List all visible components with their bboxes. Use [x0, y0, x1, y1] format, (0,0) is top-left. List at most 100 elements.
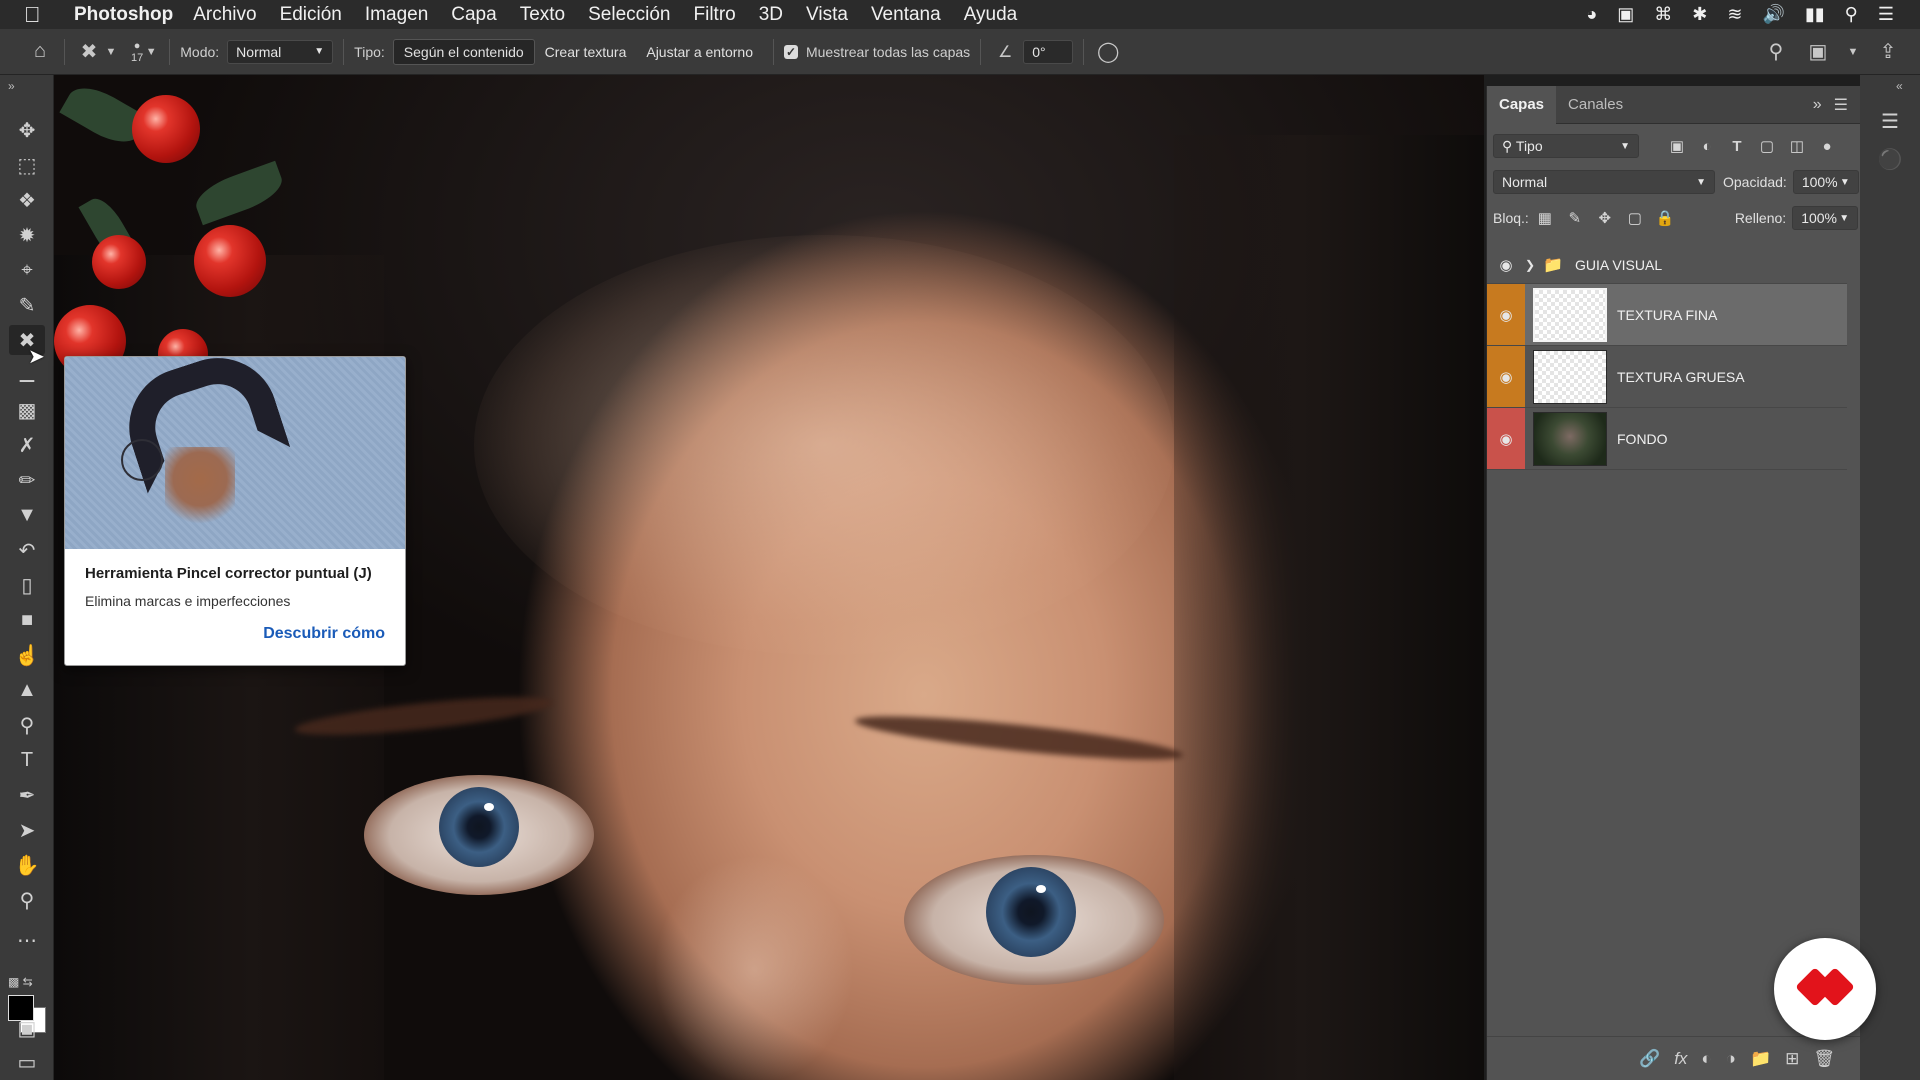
- history-brush-icon[interactable]: ↶: [9, 535, 45, 565]
- rectangular-marquee-icon[interactable]: ⬚: [9, 150, 45, 180]
- chevron-down-icon[interactable]: ▼: [103, 38, 119, 66]
- menu-texto[interactable]: Texto: [520, 4, 565, 26]
- default-colors-icon[interactable]: ▩ ⇆: [8, 975, 33, 989]
- angle-input[interactable]: 0°: [1023, 39, 1074, 64]
- menu-seleccion[interactable]: Selección: [588, 4, 670, 26]
- new-layer-icon[interactable]: ⊞: [1785, 1049, 1799, 1069]
- layer-style-fx-icon[interactable]: fx: [1674, 1049, 1687, 1069]
- gradient-icon[interactable]: ■: [9, 605, 45, 635]
- spotlight-search-icon[interactable]: ⚲: [1845, 4, 1858, 25]
- brush-icon[interactable]: ✏: [9, 465, 45, 495]
- quick-selection-icon[interactable]: ✹: [9, 220, 45, 250]
- layer-textura-fina[interactable]: ◉ TEXTURA FINA: [1487, 284, 1847, 346]
- pressure-size-icon[interactable]: ◯: [1094, 38, 1122, 66]
- workspace-icon[interactable]: ▣: [1804, 38, 1832, 66]
- layer-textura-gruesa[interactable]: ◉ TEXTURA GRUESA: [1487, 346, 1847, 408]
- layers-panel-icon[interactable]: ☰: [1876, 107, 1904, 135]
- brush-size-picker[interactable]: ● 17: [131, 40, 143, 64]
- tool-preset-bandage-icon[interactable]: ✖: [75, 38, 103, 66]
- bluetooth-icon[interactable]: ✱: [1692, 4, 1707, 25]
- pen-tool-icon[interactable]: ✒: [9, 780, 45, 810]
- learn-how-link[interactable]: Descubrir cómo: [263, 625, 385, 643]
- command-icon[interactable]: ⌘: [1654, 4, 1672, 25]
- lock-position-icon[interactable]: ✥: [1593, 206, 1617, 230]
- add-mask-icon[interactable]: ◐: [1701, 1049, 1711, 1069]
- sample-all-layers-checkbox[interactable]: ✓ Muestrear todas las capas: [783, 44, 970, 60]
- filter-adjustment-icon[interactable]: ◐: [1695, 134, 1719, 158]
- layer-filter-select[interactable]: ⚲ Tipo ▼: [1493, 134, 1639, 158]
- panel-menu-icon[interactable]: ☰: [1834, 95, 1848, 115]
- blend-mode-select[interactable]: Normal ▼: [1493, 170, 1715, 194]
- filter-pixel-icon[interactable]: ▣: [1665, 134, 1689, 158]
- chevron-right-icon[interactable]: ❯: [1525, 258, 1535, 272]
- eraser-icon[interactable]: ▯: [9, 570, 45, 600]
- creative-cloud-icon[interactable]: ◕: [1586, 4, 1597, 25]
- foreground-color-swatch-top[interactable]: [8, 995, 34, 1021]
- lock-all-icon[interactable]: 🔒: [1653, 206, 1677, 230]
- smudge-icon[interactable]: ☝: [9, 640, 45, 670]
- tab-capas[interactable]: Capas: [1487, 85, 1557, 124]
- move-tool-icon[interactable]: ✥: [9, 115, 45, 145]
- filter-toggle-icon[interactable]: ●: [1815, 134, 1839, 158]
- type-tool-icon[interactable]: T: [9, 745, 45, 775]
- dodge-icon[interactable]: ⚲: [9, 710, 45, 740]
- screen-icon[interactable]: ▣: [1617, 4, 1634, 25]
- filter-shape-icon[interactable]: ▢: [1755, 134, 1779, 158]
- menu-capa[interactable]: Capa: [451, 4, 496, 26]
- content-aware-move-icon[interactable]: ✗: [9, 430, 45, 460]
- lock-transparent-pixels-icon[interactable]: ▦: [1533, 206, 1557, 230]
- menu-imagen[interactable]: Imagen: [365, 4, 428, 26]
- visibility-eye-icon[interactable]: ◉: [1487, 246, 1525, 283]
- new-group-icon[interactable]: 📁: [1750, 1049, 1771, 1069]
- menu-ventana[interactable]: Ventana: [871, 4, 941, 26]
- visibility-eye-icon[interactable]: ◉: [1487, 346, 1525, 407]
- control-center-icon[interactable]: ☰: [1878, 4, 1894, 25]
- crop-icon[interactable]: ⌖: [9, 255, 45, 285]
- fill-input[interactable]: 100% ▼: [1792, 206, 1859, 230]
- apple-menu-icon[interactable]: : [24, 2, 58, 28]
- collapse-dock-icon[interactable]: «: [1896, 79, 1903, 93]
- menu-filtro[interactable]: Filtro: [694, 4, 736, 26]
- tab-canales[interactable]: Canales: [1556, 86, 1635, 124]
- hand-tool-icon[interactable]: ✋: [9, 850, 45, 880]
- wifi-icon[interactable]: ≋: [1727, 4, 1742, 25]
- lock-image-pixels-icon[interactable]: ✎: [1563, 206, 1587, 230]
- menu-vista[interactable]: Vista: [806, 4, 848, 26]
- menu-ayuda[interactable]: Ayuda: [964, 4, 1018, 26]
- home-icon[interactable]: ⌂: [26, 38, 54, 66]
- layer-group-guia-visual[interactable]: ◉ ❯ 📁 GUIA VISUAL: [1487, 246, 1847, 284]
- menu-archivo[interactable]: Archivo: [193, 4, 256, 26]
- battery-icon[interactable]: ▮▮: [1805, 4, 1825, 25]
- chevron-down-icon[interactable]: ▼: [1846, 38, 1860, 66]
- more-tools-icon[interactable]: ⋯: [9, 925, 45, 955]
- type-content-aware-button[interactable]: Según el contenido: [392, 38, 535, 65]
- screen-mode-icon[interactable]: ▭: [9, 1047, 45, 1077]
- delete-layer-icon[interactable]: 🗑: [1813, 1049, 1835, 1069]
- menu-edicion[interactable]: Edición: [280, 4, 342, 26]
- type-create-texture-button[interactable]: Crear textura: [535, 39, 637, 65]
- adjustment-layer-icon[interactable]: ◑: [1726, 1049, 1736, 1069]
- menu-3d[interactable]: 3D: [759, 4, 783, 26]
- opacity-input[interactable]: 100% ▼: [1792, 170, 1859, 194]
- frame-tool-icon[interactable]: ▩: [9, 395, 45, 425]
- channels-panel-icon[interactable]: ⚫: [1876, 145, 1904, 173]
- collapse-toolbar-icon[interactable]: »: [8, 79, 15, 93]
- volume-icon[interactable]: 🔊: [1762, 4, 1784, 25]
- app-menu[interactable]: Photoshop: [74, 4, 173, 26]
- type-proximity-match-button[interactable]: Ajustar a entorno: [636, 39, 763, 65]
- clone-stamp-icon[interactable]: ▼: [9, 500, 45, 530]
- filter-type-icon[interactable]: T: [1725, 134, 1749, 158]
- search-icon[interactable]: ⚲: [1762, 38, 1790, 66]
- visibility-eye-icon[interactable]: ◉: [1487, 408, 1525, 469]
- layer-fondo[interactable]: ◉ FONDO: [1487, 408, 1847, 470]
- share-icon[interactable]: ⇪: [1874, 38, 1902, 66]
- panel-collapse-icon[interactable]: »: [1813, 96, 1822, 114]
- chevron-down-icon[interactable]: ▼: [143, 38, 159, 66]
- zoom-tool-icon[interactable]: ⚲: [9, 885, 45, 915]
- link-layers-icon[interactable]: 🔗: [1639, 1049, 1660, 1069]
- sharpen-icon[interactable]: ▲: [9, 675, 45, 705]
- mode-select[interactable]: Normal ▼: [227, 39, 334, 64]
- path-selection-icon[interactable]: ➤: [9, 815, 45, 845]
- lock-artboard-icon[interactable]: ▢: [1623, 206, 1647, 230]
- visibility-eye-icon[interactable]: ◉: [1487, 284, 1525, 345]
